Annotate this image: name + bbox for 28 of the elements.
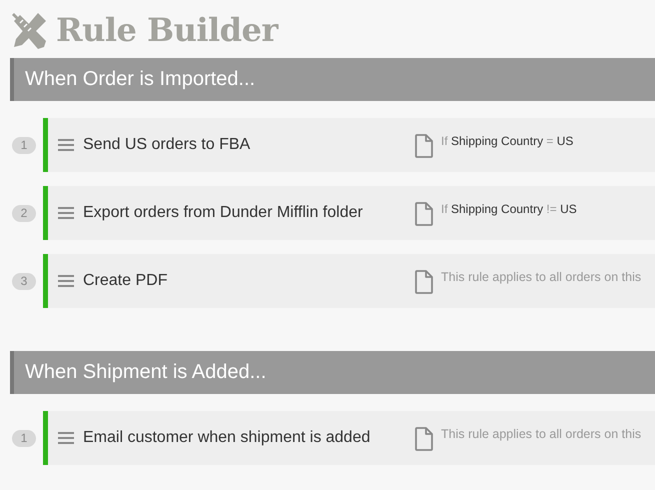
rule-card[interactable]: Export orders from Dunder Mifflin folder If Shipping Country != US [43,186,655,240]
rule-number: 1 [12,430,36,446]
rule-name: Export orders from Dunder Mifflin folder [83,204,364,222]
drag-handle-icon[interactable] [58,207,74,219]
rule-card[interactable]: Email customer when shipment is added This rule applies to all orders on this [43,411,655,465]
rule-number: 3 [12,272,36,290]
rule-name: Email customer when shipment is added [83,429,372,447]
document-icon [415,134,433,158]
rule-number: 2 [12,204,36,222]
document-icon [415,270,433,294]
page-title: Rule Builder [56,11,278,49]
drag-handle-icon[interactable] [58,139,74,151]
section-header: When Shipment is Added... [10,351,655,394]
rule-description: This rule applies to all orders on this [441,270,642,284]
tools-icon [10,11,48,49]
rule-condition: If Shipping Country != US [441,202,577,216]
drag-handle-icon[interactable] [58,275,74,287]
rule-condition: If Shipping Country = US [441,134,574,148]
document-icon [415,202,433,226]
rule-description: This rule applies to all orders on this [441,427,642,441]
rule-number: 1 [12,136,36,154]
rule-card[interactable]: Send US orders to FBA If Shipping Country = US [43,118,655,172]
rule-name: Create PDF [83,272,168,290]
section-header: When Order is Imported... [10,58,655,101]
document-icon [415,427,433,451]
rule-card[interactable]: Create PDF This rule applies to all orders on this [43,254,655,308]
drag-handle-icon[interactable] [58,432,74,444]
rule-name: Send US orders to FBA [83,136,252,154]
